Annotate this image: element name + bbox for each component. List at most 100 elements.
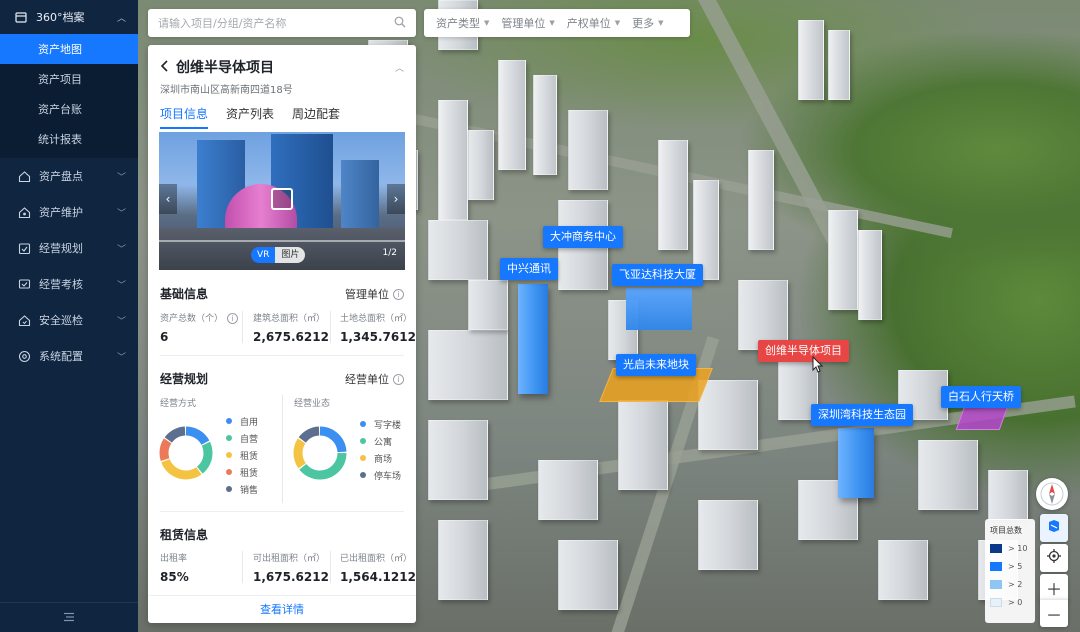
operating-unit-link[interactable]: 经营单位 i [345,371,404,387]
sidebar-item-review[interactable]: 经营考核 ﹀ [0,266,138,302]
building [698,500,758,570]
legend-label: 自营 [240,434,259,445]
sidebar-item-settings[interactable]: 系统配置 ﹀ [0,338,138,374]
building [438,520,488,600]
zoom-out-button[interactable]: － [1040,599,1068,627]
legend-label: > 10 [1008,543,1028,553]
chevron-up-icon: ︿ [116,14,126,24]
photo-building [341,160,379,230]
layers-button[interactable] [1040,514,1068,542]
photo-counter: 1/2 [382,248,397,258]
legend-swatch [990,561,1002,571]
sidebar-item-label: 资产维护 [39,206,83,219]
sidebar-item-inventory[interactable]: 资产盘点 ﹀ [0,158,138,194]
sidebar-subitem-asset-project[interactable]: 资产项目 [0,64,138,94]
carousel-next-button[interactable]: › [387,184,405,214]
legend-label: 租赁 [240,451,259,462]
back-arrow-icon[interactable] [160,59,170,75]
caret-down-icon: ▼ [658,19,664,27]
legend-swatch [990,579,1002,589]
info-icon[interactable]: i [227,313,239,324]
map-label-fiyta[interactable]: 飞亚达科技大厦 [612,264,703,286]
sidebar-item-planning[interactable]: 经营规划 ﹀ [0,230,138,266]
switch-photo[interactable]: 图片 [275,247,306,263]
highlight-tower-ecopark[interactable] [838,428,874,498]
building [428,220,488,280]
search-input[interactable] [158,16,394,30]
search-box[interactable] [148,9,416,37]
review-icon [18,278,31,291]
section-title-lease: 租赁信息 [160,528,209,542]
search-icon[interactable] [394,16,406,31]
switch-vr[interactable]: VR [251,247,276,263]
divider [160,511,404,512]
tab-project-info[interactable]: 项目信息 [160,105,209,129]
sidebar-collapse-button[interactable] [0,602,138,632]
zoom-in-button[interactable]: ＋ [1040,574,1068,602]
map-label-baishi[interactable]: 白石人行天桥 [941,386,1021,408]
building [858,230,882,320]
legend-label: 租赁 [240,468,259,479]
building [438,100,468,220]
view-details-link[interactable]: 查看详情 [148,595,416,623]
compass-icon[interactable] [1036,478,1068,510]
tab-surroundings[interactable]: 周边配套 [292,105,340,129]
building [878,540,928,600]
building [828,210,858,310]
chevron-right-icon: › [393,192,399,206]
info-icon[interactable]: i [393,373,404,385]
project-photo-carousel[interactable]: ‹ › VR 图片 1/2 [159,132,405,270]
sidebar-group-label: 360°档案 [36,11,85,24]
management-unit-link[interactable]: 管理单位 i [345,286,404,302]
locate-button[interactable] [1040,544,1068,572]
legend-item: 写字楼 [360,417,401,431]
carousel-prev-button[interactable]: ‹ [159,184,177,214]
info-icon[interactable]: i [393,288,404,300]
building [658,140,688,250]
chevron-up-icon[interactable]: ︿ [395,61,404,74]
sidebar-subitem-asset-ledger[interactable]: 资产台账 [0,94,138,124]
legend-dot [360,438,366,444]
filter-bar: 资产类型 ▼ 管理单位 ▼ 产权单位 ▼ 更多 ▼ [424,9,690,37]
panel-tabs: 项目信息 资产列表 周边配套 [160,105,358,129]
sidebar-subitem-statistics[interactable]: 统计报表 [0,124,138,154]
building [568,110,608,190]
filter-management-unit[interactable]: 管理单位 ▼ [501,15,554,31]
highlight-tower-zte[interactable] [518,284,548,394]
filter-more[interactable]: 更多 ▼ [632,15,663,31]
divider [330,551,331,583]
building [498,60,526,170]
building [428,330,508,400]
divider [160,355,404,356]
legend-dot [360,421,366,427]
map-label-dachong[interactable]: 大冲商务中心 [543,226,623,248]
tab-asset-list[interactable]: 资产列表 [226,105,274,129]
sidebar-item-safety[interactable]: 安全巡检 ﹀ [0,302,138,338]
legend-item: 停车场 [360,468,401,482]
legend-item: 租赁 [226,465,258,479]
stat-label: 已出租面积（㎡） [340,554,413,564]
map-label-ecopark[interactable]: 深圳湾科技生态园 [811,404,913,426]
building [918,440,978,510]
sidebar-group-360-archive[interactable]: 360°档案 ︿ [0,0,138,34]
vr-view-icon[interactable] [271,188,293,210]
filter-asset-type[interactable]: 资产类型 ▼ [436,15,489,31]
legend-label: 销售 [240,485,259,496]
highlight-building-fiyta[interactable] [626,288,692,330]
vr-photo-switch[interactable]: VR 图片 [251,247,306,263]
stat-value: 2,675.6212 [253,330,329,344]
sidebar-item-maintenance[interactable]: 资产维护 ﹀ [0,194,138,230]
map-label-zte[interactable]: 中兴通讯 [500,258,558,280]
legend-label: > 0 [1008,597,1023,607]
stat-building-area: 建筑总面积（㎡） 2,675.6212 [253,311,329,344]
map-label-skyworth[interactable]: 创维半导体项目 [758,340,849,362]
sidebar-subitem-asset-map[interactable]: 资产地图 [0,34,138,64]
archive-icon [14,10,28,24]
stat-value: 6 [160,330,169,344]
highlight-plot-baishi[interactable] [955,406,1009,430]
filter-property-unit[interactable]: 产权单位 ▼ [567,15,620,31]
project-title: 创维半导体项目 [176,60,274,76]
building [798,20,824,100]
chart-caption-mode: 经营方式 [160,399,197,409]
map-label-guangqi[interactable]: 光启未来地块 [616,354,696,376]
